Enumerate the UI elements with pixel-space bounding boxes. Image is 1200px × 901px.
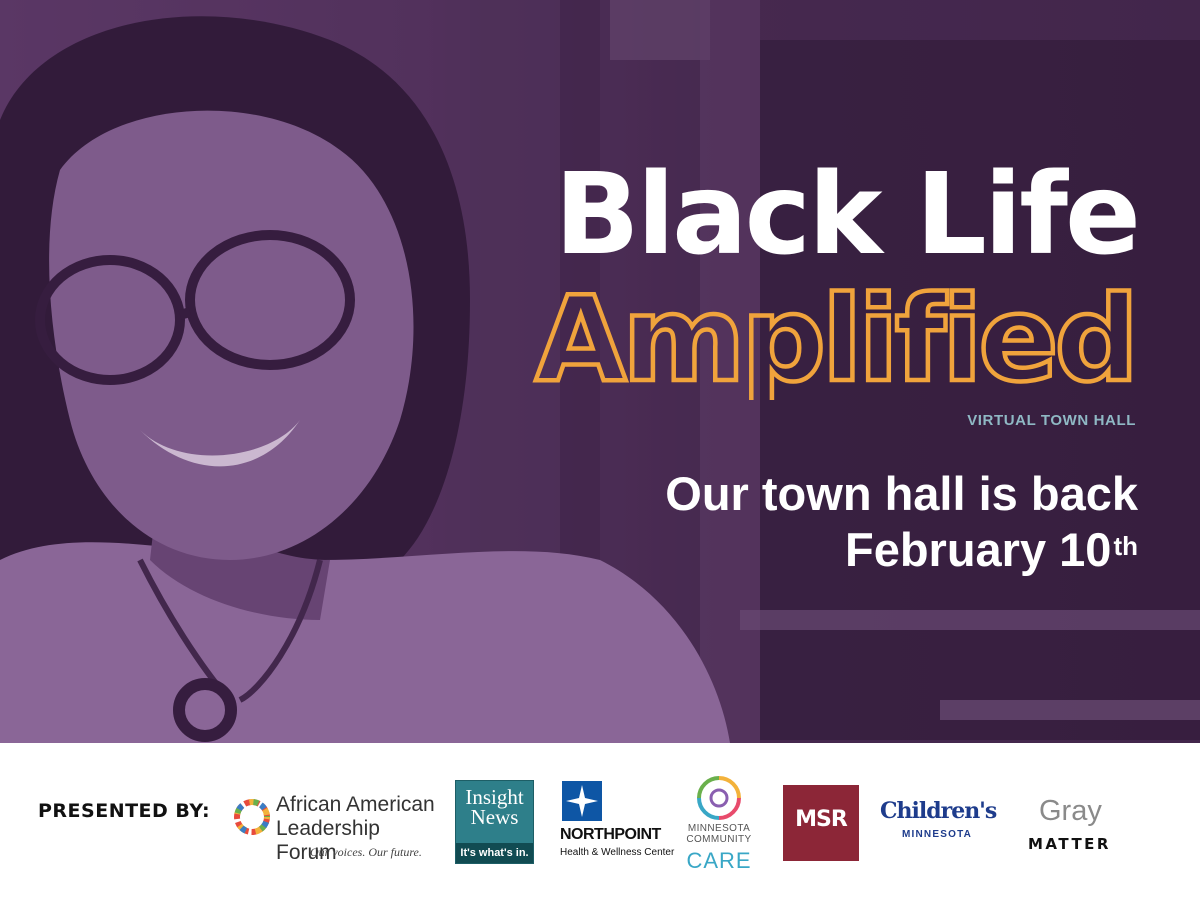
virtual-town-hall-label: VIRTUAL TOWN HALL (967, 412, 1136, 429)
amplified-text: Amplified (535, 270, 1135, 400)
northpoint-subtitle: Health & Wellness Center (560, 847, 675, 858)
title-line-amplified: Amplified (378, 270, 1138, 400)
announcement: Our town hall is back February 10th (665, 466, 1138, 578)
aalf-logo: African American Leadership Forum Our vo… (232, 793, 442, 864)
amplified-outline-text: Amplified (533, 270, 1138, 400)
mcc-care: CARE (686, 848, 752, 873)
presented-by-label: PRESENTED BY: (38, 800, 211, 822)
childrens-minnesota-logo: Children's MINNESOTA (880, 798, 1010, 848)
northpoint-star-icon (562, 781, 602, 821)
minnesota-community-care-logo: MINNESOTA COMMUNITY CARE (678, 775, 760, 880)
gray-matter-line1: Gray (1039, 795, 1102, 827)
announcement-date: February 10 (844, 523, 1112, 576)
sponsor-footer: PRESENTED BY: African American Leadershi… (0, 743, 1200, 901)
title-line-black-life: Black Life (554, 150, 1141, 280)
announcement-line-1: Our town hall is back (665, 467, 1138, 520)
aalf-ring-icon (234, 799, 270, 835)
date-suffix: th (1113, 531, 1138, 561)
northpoint-logo: NORTHPOINT Health & Wellness Center (560, 781, 674, 871)
northpoint-name: NORTHPOINT (560, 826, 661, 843)
insight-news-tagline: It's what's in. (456, 843, 533, 863)
mcc-name: MINNESOTA COMMUNITY (686, 823, 752, 845)
hero-banner: Black Life Amplified VIRTUAL TOWN HALL O… (0, 0, 1200, 743)
childrens-subtitle: MINNESOTA (902, 829, 973, 840)
event-title: Black Life Amplified (378, 150, 1141, 400)
gray-matter-line2: MATTER (1028, 835, 1111, 853)
aalf-tagline: Our voices. Our future. (310, 845, 422, 859)
insight-news-name: Insight News (465, 785, 524, 829)
insight-news-logo: Insight News It's what's in. (455, 780, 534, 864)
gray-matter-logo: Gray MATTER (1026, 795, 1136, 865)
mcc-swirl-icon (697, 776, 741, 820)
msr-name: MSR (795, 807, 848, 832)
msr-logo: MSR (783, 785, 859, 861)
childrens-name: Children's (880, 798, 997, 824)
announcement-line-2: February 10th (665, 522, 1138, 578)
